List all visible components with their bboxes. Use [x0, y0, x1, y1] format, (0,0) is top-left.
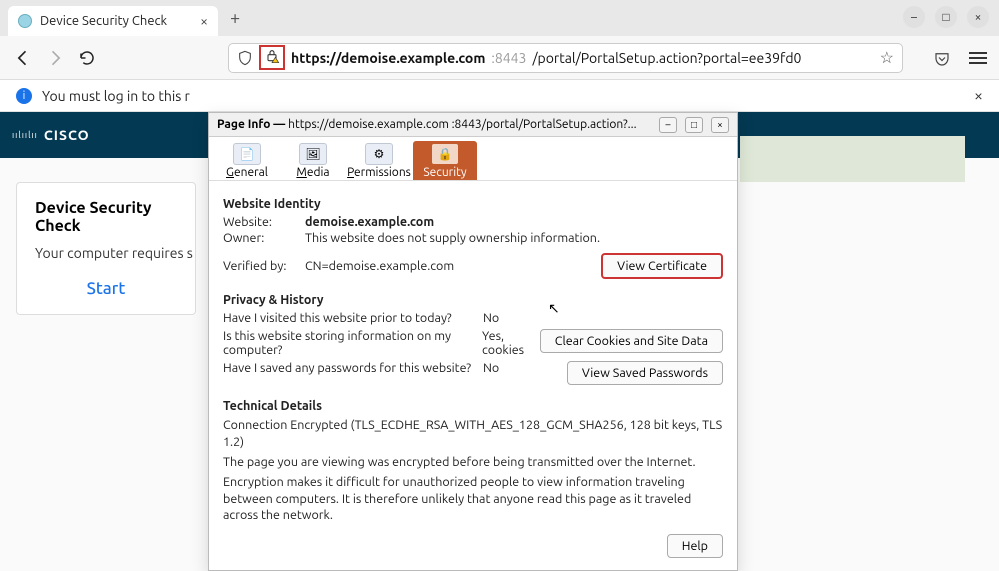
browser-tab-strip: Device Security Check × + – □ × — [0, 0, 999, 36]
tab-close-icon[interactable]: × — [200, 13, 208, 29]
tab-permissions[interactable]: ⚙ Permissions — [347, 141, 411, 180]
bookmark-star-icon[interactable]: ☆ — [880, 48, 894, 67]
dialog-minimize-button[interactable]: – — [659, 117, 677, 133]
dialog-tabs: 📄 General 🖼 Media ⚙ Permissions 🔒 Securi… — [209, 137, 737, 181]
card-subtitle: Your computer requires s — [35, 245, 177, 261]
window-minimize-button[interactable]: – — [903, 6, 925, 28]
new-tab-button[interactable]: + — [230, 8, 240, 28]
q-passwords: Have I saved any passwords for this webs… — [223, 361, 483, 375]
technical-details: Connection Encrypted (TLS_ECDHE_RSA_WITH… — [223, 417, 723, 524]
lock-warning-icon[interactable] — [264, 48, 280, 67]
url-host: https://demoise.example.com — [291, 50, 485, 66]
dialog-maximize-button[interactable]: □ — [685, 117, 703, 133]
infobar-text: You must log in to this r — [42, 88, 190, 104]
info-icon: i — [16, 88, 32, 104]
identity-heading: Website Identity — [223, 197, 723, 211]
cert-warning-highlight — [259, 45, 285, 70]
owner-value: This website does not supply ownership i… — [305, 231, 600, 245]
clear-cookies-button[interactable]: Clear Cookies and Site Data — [540, 329, 723, 353]
dialog-titlebar[interactable]: Page Info — https://demoise.example.com … — [209, 113, 737, 137]
a-storing: Yes, cookies — [482, 329, 540, 357]
background-strip — [740, 136, 965, 182]
forward-button[interactable] — [44, 47, 66, 69]
pocket-icon[interactable] — [933, 50, 949, 66]
reload-button[interactable] — [76, 47, 98, 69]
media-icon: 🖼 — [299, 143, 327, 165]
general-icon: 📄 — [233, 143, 261, 165]
address-bar-row: https://demoise.example.com :8443 /porta… — [0, 36, 999, 80]
view-passwords-button[interactable]: View Saved Passwords — [567, 361, 723, 385]
login-notification-bar: i You must log in to this r × — [0, 80, 999, 112]
view-certificate-button[interactable]: View Certificate — [601, 253, 723, 279]
tech-line1: Connection Encrypted (TLS_ECDHE_RSA_WITH… — [223, 417, 723, 451]
tab-general[interactable]: 📄 General — [215, 141, 279, 180]
url-port: :8443 — [491, 50, 526, 66]
tab-favicon — [18, 14, 32, 28]
tab-security[interactable]: 🔒 Security — [413, 141, 477, 180]
privacy-heading: Privacy & History — [223, 293, 723, 307]
page-info-dialog: Page Info — https://demoise.example.com … — [208, 112, 738, 571]
card-title: Device Security Check — [35, 199, 177, 235]
back-button[interactable] — [12, 47, 34, 69]
start-button[interactable]: Start — [35, 279, 177, 298]
a-passwords: No — [483, 361, 541, 375]
tech-line3: Encryption makes it difficult for unauth… — [223, 474, 723, 525]
help-button[interactable]: Help — [667, 534, 723, 558]
tab-media[interactable]: 🖼 Media — [281, 141, 345, 180]
verified-value: CN=demoise.example.com — [305, 259, 454, 273]
owner-label: Owner: — [223, 231, 305, 245]
q-visited: Have I visited this website prior to tod… — [223, 311, 483, 325]
q-storing: Is this website storing information on m… — [223, 329, 482, 357]
window-maximize-button[interactable]: □ — [935, 6, 957, 28]
window-close-button[interactable]: × — [967, 6, 989, 28]
mouse-cursor-icon: ↖ — [548, 300, 560, 317]
brand-logo: CISCO — [44, 127, 90, 143]
tracking-shield-icon[interactable] — [237, 50, 253, 66]
infobar-close-icon[interactable]: × — [974, 87, 983, 105]
website-value: demoise.example.com — [305, 215, 434, 229]
device-check-card: Device Security Check Your computer requ… — [16, 182, 196, 315]
dialog-close-button[interactable]: × — [711, 117, 729, 133]
tab-title: Device Security Check — [40, 14, 192, 28]
app-menu-button[interactable] — [969, 52, 987, 64]
url-bar[interactable]: https://demoise.example.com :8443 /porta… — [228, 43, 903, 73]
website-label: Website: — [223, 215, 305, 229]
dialog-title-prefix: Page Info — — [217, 118, 288, 131]
verified-label: Verified by: — [223, 259, 305, 273]
security-lock-icon: 🔒 — [431, 143, 459, 165]
tech-line2: The page you are viewing was encrypted b… — [223, 454, 723, 471]
technical-heading: Technical Details — [223, 399, 723, 413]
a-visited: No — [483, 311, 541, 325]
browser-tab[interactable]: Device Security Check × — [8, 6, 218, 36]
dialog-title-url: https://demoise.example.com :8443/portal… — [288, 118, 636, 131]
permissions-icon: ⚙ — [365, 143, 393, 165]
url-path: /portal/PortalSetup.action?portal=ee39fd… — [532, 50, 801, 66]
